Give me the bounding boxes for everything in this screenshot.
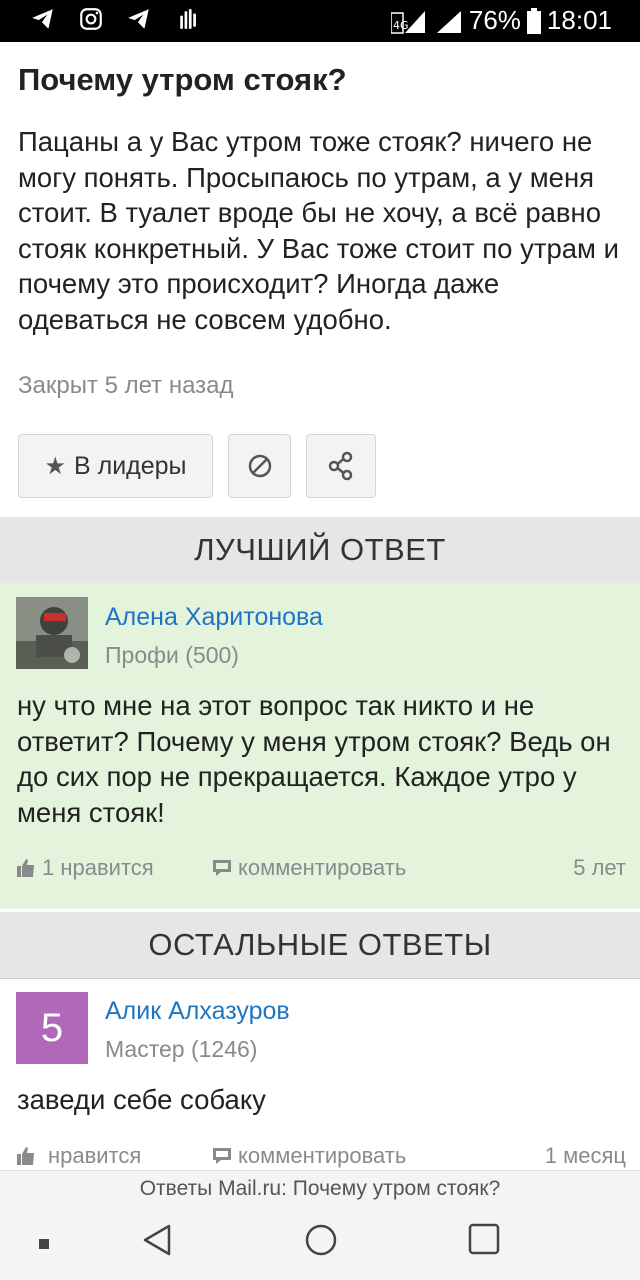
answer-text: ну что мне на этот вопрос так никто и не… [17,690,611,828]
like-count: 1 нравится [42,855,154,880]
hand-icon [180,8,196,30]
author-name[interactable]: Алик Алхазуров [105,997,290,1026]
author-rank: Мастер (1246) [105,1036,258,1062]
clock: 18:01 [546,5,612,35]
instagram-icon [80,8,102,30]
report-button[interactable] [228,434,291,498]
answer-text: заведи себе собаку [17,1084,266,1115]
recents-icon [468,1223,500,1255]
dot-icon [39,1239,49,1249]
telegram-icon [128,9,149,29]
back-icon [143,1224,171,1256]
answer-actions: 1 нравится комментировать 5 лет [16,855,626,885]
comment-button[interactable]: комментировать [212,855,406,881]
recent-dot-button[interactable] [38,1237,50,1255]
telegram-icon [32,9,53,29]
thumbs-up-icon [17,1147,34,1165]
block-icon [248,454,271,478]
question-title: Почему утром стояк? [18,62,347,97]
home-button[interactable] [304,1223,338,1262]
share-button[interactable] [306,434,376,498]
best-answer-header: ЛУЧШИЙ ОТВЕТ [0,517,640,584]
recents-button[interactable] [468,1223,500,1260]
author-name[interactable]: Алена Харитонова [105,603,323,632]
comment-label: комментировать [238,855,407,880]
battery-icon [526,7,541,34]
battery-percent: 76% [468,5,521,35]
comment-icon [213,860,231,876]
notification-icons [30,6,200,32]
avatar-image [16,597,88,669]
star-icon: ★ [44,452,66,480]
comment-button[interactable]: комментировать [212,1143,406,1169]
answer-actions: нравится комментировать 1 месяц [16,1143,626,1173]
comment-label: комментировать [238,1143,407,1168]
question-meta: Закрыт 5 лет назад [18,372,234,399]
signal-icon [436,10,461,33]
like-button[interactable]: нравится [16,1143,141,1169]
back-button[interactable] [142,1223,172,1262]
page-title-bar[interactable]: Ответы Mail.ru: Почему утром стояк? [0,1170,640,1207]
home-icon [305,1224,337,1256]
avatar[interactable] [16,597,88,669]
answer-time: 5 лет [573,855,626,880]
avatar[interactable]: 5 [16,992,88,1064]
to-leaders-button[interactable]: ★ В лидеры [18,434,213,498]
other-answers-header: ОСТАЛЬНЫЕ ОТВЕТЫ [0,912,640,979]
thumbs-up-icon [17,859,34,877]
share-icon [328,451,353,481]
question-body: Пацаны а у Вас утром тоже стояк? ничего … [18,126,619,335]
system-nav-bar [0,1206,640,1280]
system-status: 4G 76% 18:01 [390,5,612,36]
author-rank: Профи (500) [105,642,239,668]
answer-time: 1 месяц [544,1143,626,1168]
like-button[interactable]: 1 нравится [16,855,154,881]
comment-icon [213,1148,231,1164]
svg-text:4G: 4G [393,19,409,32]
status-bar: 4G 76% 18:01 [0,0,640,42]
to-leaders-label: В лидеры [73,451,187,480]
like-label: нравится [48,1143,142,1168]
signal-4g-icon: 4G [390,10,425,34]
best-answer: Алена Харитонова Профи (500) ну что мне … [0,583,640,909]
